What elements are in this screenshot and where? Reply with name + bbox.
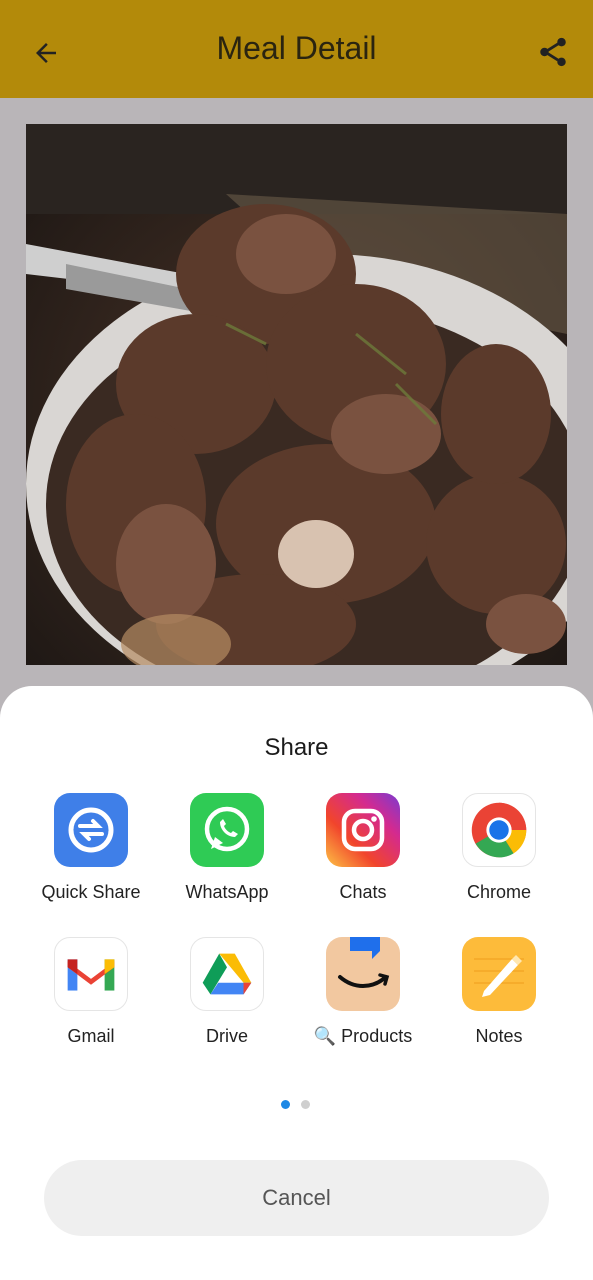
amazon-icon (326, 937, 400, 1011)
whatsapp-icon (190, 793, 264, 867)
gmail-icon (54, 937, 128, 1011)
page-title: Meal Detail (216, 30, 377, 66)
share-target-label: 🔍 Products (313, 1026, 413, 1046)
chrome-icon (462, 793, 536, 867)
page-dot-active[interactable] (281, 1100, 290, 1109)
share-target-products[interactable]: 🔍 Products (295, 937, 431, 1057)
cancel-button[interactable]: Cancel (44, 1160, 549, 1236)
share-target-whatsapp[interactable]: WhatsApp (159, 793, 295, 913)
share-button[interactable] (533, 32, 573, 72)
notes-icon (462, 937, 536, 1011)
share-icon (540, 37, 566, 67)
share-target-label: Chrome (466, 882, 532, 902)
share-sheet-title: Share (264, 734, 329, 761)
quick-share-icon (54, 793, 128, 867)
share-target-chrome[interactable]: Chrome (431, 793, 567, 913)
instagram-icon (326, 793, 400, 867)
app-bar: Meal Detail (0, 0, 593, 98)
page-indicator (281, 1100, 321, 1110)
page-dot[interactable] (301, 1100, 310, 1109)
share-target-notes[interactable]: Notes (431, 937, 567, 1057)
share-target-label: WhatsApp (185, 882, 269, 902)
meal-image (26, 124, 567, 665)
share-target-label: Drive (205, 1026, 248, 1046)
share-target-label: Gmail (67, 1026, 115, 1046)
share-target-label: Notes (475, 1026, 523, 1046)
share-target-drive[interactable]: Drive (159, 937, 295, 1057)
drive-icon (190, 937, 264, 1011)
share-target-gmail[interactable]: Gmail (23, 937, 159, 1057)
share-sheet: Share Quick Share WhatsApp Chats Chrome … (0, 686, 593, 1280)
share-target-quick-share[interactable]: Quick Share (23, 793, 159, 913)
share-target-chats[interactable]: Chats (295, 793, 431, 913)
share-target-label: Quick Share (41, 882, 141, 902)
share-target-label: Chats (339, 882, 387, 902)
